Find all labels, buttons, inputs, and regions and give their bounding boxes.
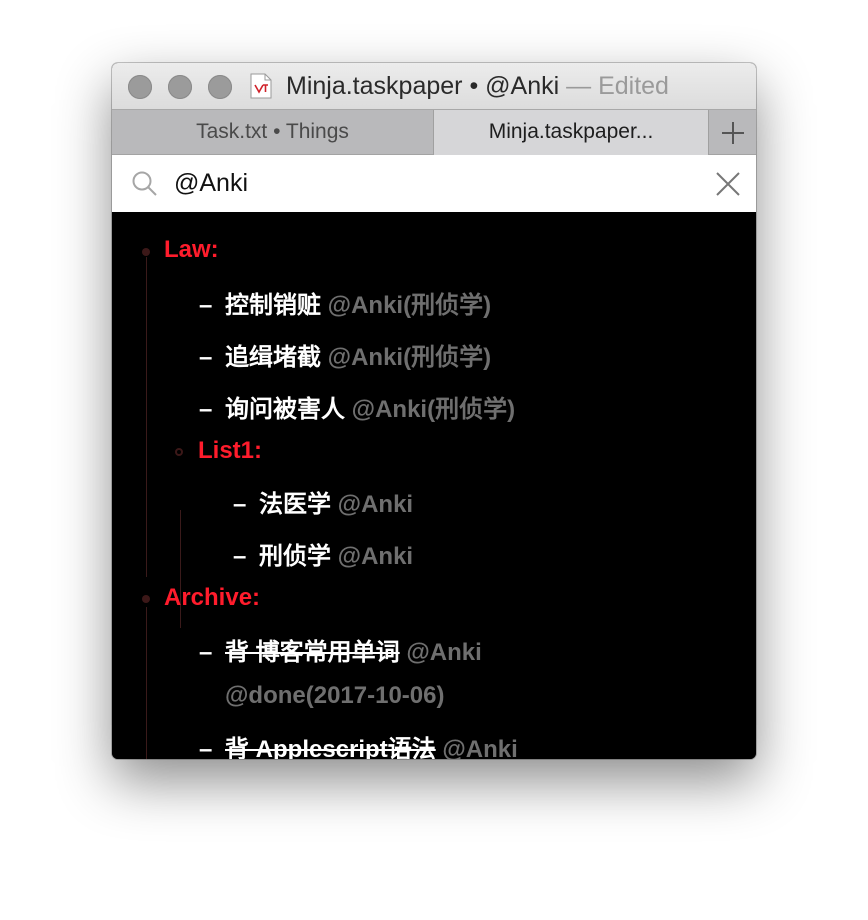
outline-guide-line — [146, 257, 147, 577]
title-bullet: • — [469, 72, 479, 100]
task-item[interactable]: – 法医学 @Anki — [233, 484, 413, 519]
task-item-done[interactable]: – 背 博客常用单词 @Anki — [199, 632, 482, 667]
task-item[interactable]: – 刑侦学 @Anki — [233, 536, 413, 571]
tab-bar: Task.txt • Things Minja.taskpaper... — [112, 109, 756, 155]
title-bar[interactable]: Minja.taskpaper • @Anki — Edited — [112, 63, 756, 109]
task-dash: – — [199, 396, 213, 423]
project-bullet[interactable] — [142, 595, 150, 603]
minimize-window-button[interactable] — [168, 75, 192, 99]
task-tag[interactable]: @Anki — [338, 543, 413, 570]
document-icon — [250, 73, 272, 99]
task-item-done[interactable]: – 背 Applescript语法 @Anki — [199, 729, 518, 759]
task-text: 法医学 — [259, 491, 331, 518]
task-tag[interactable]: @Anki — [442, 736, 517, 759]
search-icon — [132, 171, 157, 196]
task-dash: – — [233, 543, 247, 570]
task-dash: – — [199, 639, 213, 666]
task-tag[interactable]: @Anki(刑侦学) — [328, 344, 491, 371]
task-tag[interactable]: @Anki — [338, 491, 413, 518]
tab-minja-taskpaper[interactable]: Minja.taskpaper... — [433, 110, 709, 155]
task-tag[interactable]: @Anki(刑侦学) — [352, 396, 515, 423]
task-tag[interactable]: @Anki(刑侦学) — [328, 292, 491, 319]
project-law[interactable]: Law: — [164, 236, 219, 264]
project-bullet[interactable] — [175, 448, 183, 456]
task-item[interactable]: – 追缉堵截 @Anki(刑侦学) — [199, 337, 491, 372]
plus-icon — [722, 122, 744, 144]
task-dash: – — [199, 344, 213, 371]
app-window: Minja.taskpaper • @Anki — Edited Task.tx… — [112, 63, 756, 759]
task-text: 刑侦学 — [259, 543, 331, 570]
task-dash: – — [233, 491, 247, 518]
task-text: 背 Applescript语法 — [225, 736, 436, 759]
task-text: 询问被害人 — [225, 396, 345, 423]
task-item[interactable]: – 询问被害人 @Anki(刑侦学) — [199, 389, 515, 424]
tab-task-txt[interactable]: Task.txt • Things — [112, 110, 433, 155]
project-list1[interactable]: List1: — [198, 437, 262, 465]
outline-editor[interactable]: Law: – 控制销赃 @Anki(刑侦学) – 追缉堵截 @Anki(刑侦学) –… — [112, 212, 756, 759]
search-bar: @Anki — [112, 155, 756, 212]
task-tag[interactable]: @Anki — [406, 639, 481, 666]
clear-search-icon[interactable] — [716, 172, 740, 196]
title-filename: Minja.taskpaper — [286, 72, 463, 100]
window-title: Minja.taskpaper • @Anki — Edited — [286, 72, 669, 101]
title-separator: — — [566, 72, 592, 100]
task-dash: – — [199, 736, 213, 759]
outline-guide-line — [146, 607, 147, 759]
project-archive[interactable]: Archive: — [164, 584, 260, 612]
task-text: 控制销赃 — [225, 292, 321, 319]
task-dash: – — [199, 292, 213, 319]
task-done-tag[interactable]: @done(2017-10-06) — [225, 682, 444, 710]
title-edited-status: Edited — [598, 72, 669, 100]
title-filter: @Anki — [485, 72, 560, 100]
zoom-window-button[interactable] — [208, 75, 232, 99]
close-window-button[interactable] — [128, 75, 152, 99]
search-input[interactable]: @Anki — [174, 169, 248, 198]
task-text: 背 博客常用单词 — [225, 639, 400, 666]
task-item[interactable]: – 控制销赃 @Anki(刑侦学) — [199, 285, 491, 320]
project-bullet[interactable] — [142, 248, 150, 256]
new-tab-button[interactable] — [709, 110, 756, 155]
task-text: 追缉堵截 — [225, 344, 321, 371]
